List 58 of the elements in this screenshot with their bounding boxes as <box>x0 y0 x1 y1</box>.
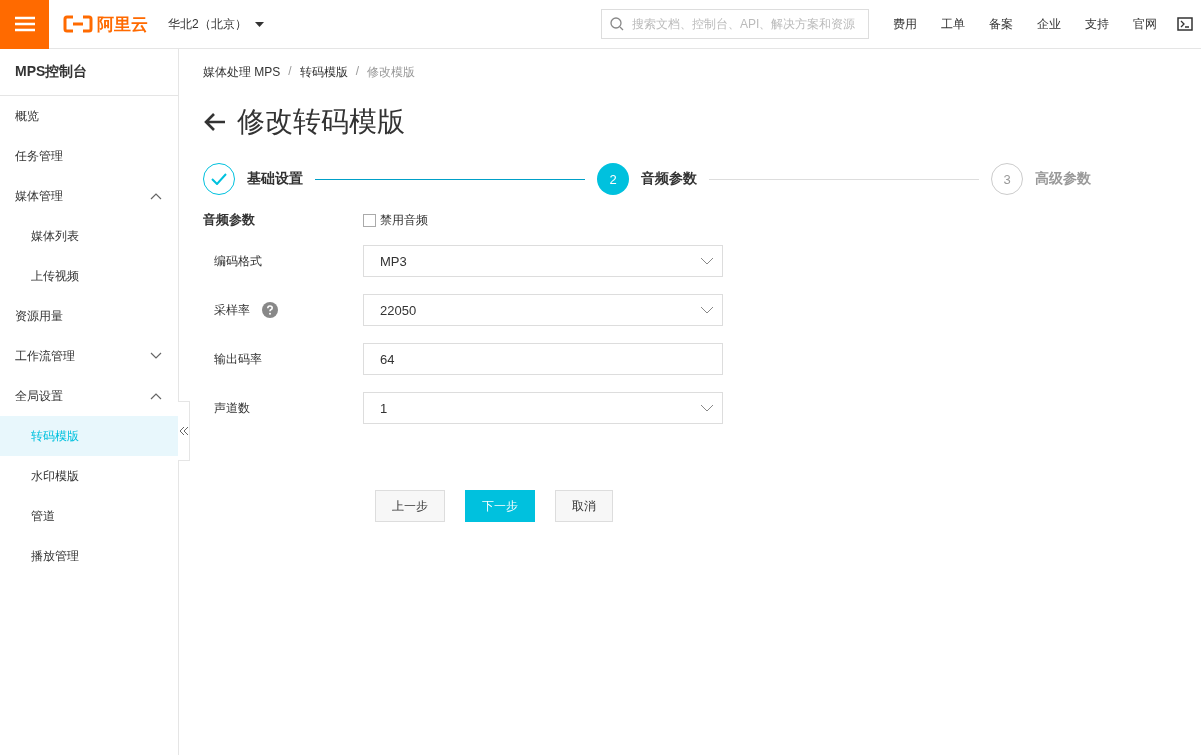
sidebar-item[interactable]: 任务管理 <box>0 136 178 176</box>
collapse-handle[interactable] <box>178 401 190 461</box>
sidebar-item[interactable]: 全局设置 <box>0 376 178 416</box>
field-label: 输出码率 <box>214 350 262 368</box>
check-icon <box>211 173 227 185</box>
help-icon[interactable] <box>262 302 278 318</box>
search-icon <box>610 17 624 31</box>
chevron-down-icon <box>700 404 714 412</box>
section-title: 音频参数 <box>203 211 256 229</box>
header-link[interactable]: 备案 <box>989 15 1013 33</box>
back-arrow-icon[interactable] <box>203 112 227 132</box>
page-title: 修改转码模版 <box>237 105 405 139</box>
double-chevron-left-icon <box>178 426 189 436</box>
step-indicator: 2 <box>597 163 629 195</box>
logo-icon <box>63 15 93 33</box>
sidebar-item[interactable]: 媒体列表 <box>0 216 178 256</box>
header-link[interactable]: 工单 <box>941 15 965 33</box>
field-label: 声道数 <box>214 399 250 417</box>
sidebar-item[interactable]: 媒体管理 <box>0 176 178 216</box>
checkbox[interactable] <box>363 213 376 227</box>
chevron-down-icon <box>700 306 714 314</box>
checkbox-label: 禁用音频 <box>380 211 428 229</box>
sidebar-item[interactable]: 上传视频 <box>0 256 178 296</box>
breadcrumb-separator: / <box>288 64 292 80</box>
form-button[interactable]: 取消 <box>555 490 613 522</box>
step-label: 音频参数 <box>641 170 697 188</box>
sidebar-title: MPS控制台 <box>0 49 178 96</box>
select-field[interactable]: 22050 <box>363 294 723 326</box>
breadcrumb-item[interactable]: 转码模版 <box>299 64 348 81</box>
sidebar-item[interactable]: 管道 <box>0 496 178 536</box>
menu-button[interactable] <box>0 0 49 49</box>
breadcrumb-item[interactable]: 媒体处理 MPS <box>203 64 281 81</box>
header-link[interactable]: 官网 <box>1133 15 1157 33</box>
header-link[interactable]: 企业 <box>1037 15 1061 33</box>
sidebar-item[interactable]: 工作流管理 <box>0 336 178 376</box>
form-button[interactable]: 上一步 <box>375 490 445 522</box>
chevron-down-icon <box>700 257 714 265</box>
logo-text: 阿里云 <box>97 13 148 36</box>
select-field[interactable]: 1 <box>363 392 723 424</box>
sidebar-item[interactable]: 概览 <box>0 96 178 136</box>
menu-icon <box>14 16 35 32</box>
breadcrumb-separator: / <box>355 64 360 80</box>
breadcrumb-item: 修改模版 <box>367 64 416 81</box>
sidebar-item[interactable]: 资源用量 <box>0 296 178 336</box>
region-dropdown[interactable]: 华北2（北京） <box>168 15 264 33</box>
input-field[interactable]: 64 <box>363 343 723 375</box>
select-field[interactable]: MP3 <box>363 245 723 277</box>
sidebar-item[interactable]: 播放管理 <box>0 536 178 576</box>
sidebar-item[interactable]: 水印模版 <box>0 456 178 496</box>
field-label: 采样率 <box>214 301 250 319</box>
field-label: 编码格式 <box>214 252 262 270</box>
search-field[interactable]: 搜索文档、控制台、API、解决方案和资源 <box>601 9 869 39</box>
caret-icon <box>254 21 264 27</box>
step-label: 基础设置 <box>247 170 303 188</box>
header-link[interactable]: 费用 <box>893 15 917 33</box>
terminal-icon[interactable] <box>1177 17 1193 31</box>
header-link[interactable]: 支持 <box>1085 15 1109 33</box>
step-label: 高级参数 <box>1035 170 1091 188</box>
